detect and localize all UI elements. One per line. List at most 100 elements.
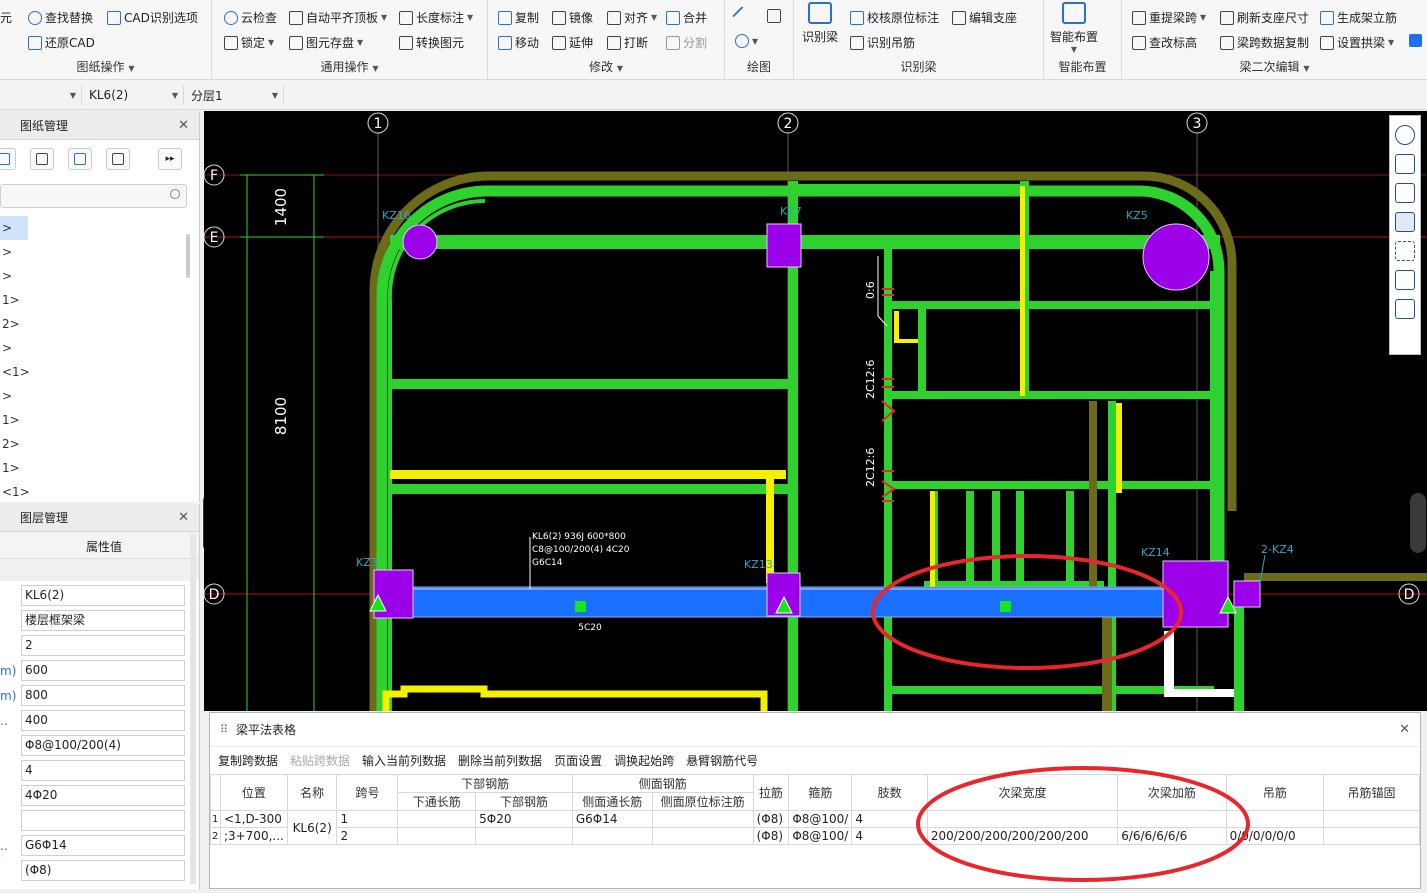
table-cell[interactable]: (Φ8) — [752, 827, 790, 845]
table-cell[interactable]: 5Φ20 — [475, 810, 573, 828]
cloud-check-button[interactable]: 云检查 — [224, 9, 277, 26]
edit-support-button[interactable]: 编辑支座 — [952, 9, 1017, 26]
close-icon[interactable]: ✕ — [1399, 722, 1410, 737]
table-cell[interactable]: Φ8@100/ — [788, 810, 853, 828]
property-value-field[interactable]: (Φ8) — [21, 860, 185, 881]
table-cell[interactable] — [1323, 827, 1420, 845]
col-stirrup[interactable]: 箍筋 — [788, 774, 853, 811]
arc-tool-button[interactable]: ▼ — [735, 34, 758, 48]
delete-drawing-button[interactable] — [30, 148, 54, 170]
tree-item[interactable]: 1> — [0, 456, 199, 480]
lock-button[interactable]: 锁定 ▼ — [224, 34, 274, 51]
col-side-inplace[interactable]: 侧面原位标注筋 — [651, 792, 754, 811]
property-value-field[interactable]: Φ8@100/200(4) — [21, 735, 185, 756]
tree-item[interactable]: 1> — [0, 408, 199, 432]
property-value-field[interactable]: 600 — [21, 660, 185, 681]
tree-item[interactable]: > — [0, 264, 199, 288]
fit-view-icon[interactable] — [1395, 241, 1415, 261]
align-button[interactable]: 对齐 ▼ — [607, 9, 657, 26]
save-element-button[interactable]: 图元存盘 ▼ — [289, 34, 363, 51]
table-cell[interactable] — [651, 827, 754, 845]
table-cell[interactable]: G6Φ14 — [571, 810, 653, 828]
copy-button[interactable]: 复制 — [498, 9, 539, 26]
settings-list-icon[interactable] — [1395, 299, 1415, 319]
property-value-field[interactable]: 400 — [21, 710, 185, 731]
identify-beam-button[interactable]: 识别梁 — [802, 2, 838, 45]
table-cell[interactable] — [1323, 810, 1420, 828]
group-label-beam-edit[interactable]: 梁二次编辑 ▼ — [1122, 58, 1427, 75]
table-cell[interactable]: (Φ8) — [752, 810, 790, 828]
col-side-continuous[interactable]: 侧面通长筋 — [571, 792, 653, 811]
orbit-view-icon[interactable] — [1395, 125, 1415, 145]
col-hanger-anchor[interactable]: 吊筋锚固 — [1323, 774, 1420, 811]
col-bottom-continuous[interactable]: 下通长筋 — [397, 792, 477, 811]
table-cell[interactable] — [651, 810, 754, 828]
table-cell[interactable] — [397, 810, 477, 828]
close-icon[interactable]: ✕ — [178, 118, 189, 133]
tree-item[interactable]: 2> — [0, 432, 199, 456]
add-drawing-button[interactable] — [0, 148, 16, 170]
auto-align-slab-button[interactable]: 自动平齐顶板 ▼ — [289, 9, 387, 26]
property-value-field[interactable]: 楼层框架梁 — [21, 610, 185, 631]
property-value-field[interactable]: 4 — [21, 760, 185, 781]
tree-scrollbar[interactable] — [186, 234, 190, 278]
gen-erection-bar-button[interactable]: 生成架立筋 — [1320, 9, 1397, 26]
property-value-field[interactable]: KL6(2) — [21, 585, 185, 606]
yuan-button[interactable]: 元 — [0, 9, 12, 26]
span-data-copy-button[interactable]: 梁跨数据复制 — [1220, 34, 1309, 51]
cad-options-button[interactable]: CAD识别选项 — [107, 9, 198, 26]
table-cell[interactable]: KL6(2) — [286, 810, 338, 845]
table-cell[interactable]: <1,D-300 — [219, 810, 288, 828]
group-label-modify[interactable]: 修改 ▼ — [488, 58, 724, 75]
convert-element-button[interactable]: 转换图元 — [399, 34, 464, 51]
solid-view-icon[interactable] — [1395, 212, 1415, 232]
table-cell[interactable] — [397, 827, 477, 845]
merge-button[interactable]: 合并 — [666, 9, 707, 26]
drag-handle-icon[interactable]: ⠿ — [220, 723, 228, 736]
restore-cad-button[interactable]: 还原CAD — [28, 34, 95, 51]
property-value-field[interactable]: 800 — [21, 685, 185, 706]
re-extract-span-button[interactable]: 重提梁跨 ▼ — [1132, 9, 1206, 26]
col-span-no[interactable]: 跨号 — [336, 774, 399, 811]
group-label-general-ops[interactable]: 通用操作 ▼ — [212, 58, 487, 75]
set-arch-beam-button[interactable]: 设置拱梁 ▼ — [1320, 34, 1394, 51]
tree-item[interactable]: <1> — [0, 360, 199, 384]
delete-column-data-button[interactable]: 删除当前列数据 — [458, 752, 542, 769]
col-bottom-rebar[interactable]: 下部钢筋 — [475, 792, 573, 811]
3d-view-icon[interactable] — [1395, 154, 1415, 174]
split-button[interactable]: 分割 — [666, 34, 707, 51]
extend-button[interactable]: 延伸 — [552, 34, 593, 51]
tree-item[interactable]: > — [0, 336, 199, 360]
line-tool-button[interactable] — [732, 6, 752, 26]
cube-view-icon[interactable] — [1395, 183, 1415, 203]
check-annotation-button[interactable]: 校核原位标注 — [850, 9, 939, 26]
smart-layout-button[interactable]: 智能布置 ▼ — [1050, 2, 1098, 54]
tree-item[interactable]: 2> — [0, 312, 199, 336]
copy-drawing-button[interactable] — [68, 148, 92, 170]
edit-elevation-button[interactable]: 查改标高 — [1132, 34, 1197, 51]
paste-span-data-button[interactable]: 粘贴跨数据 — [290, 752, 350, 769]
length-dim-button[interactable]: 长度标注 ▼ — [399, 9, 473, 26]
refresh-support-button[interactable]: 刷新支座尺寸 — [1220, 9, 1309, 26]
move-button[interactable]: 移动 — [498, 34, 539, 51]
property-value-field[interactable] — [21, 810, 185, 831]
copy-span-data-button[interactable]: 复制跨数据 — [218, 752, 278, 769]
table-cell[interactable]: 1 — [336, 810, 399, 828]
tree-item[interactable]: > — [0, 216, 28, 240]
group-label-drawing-ops[interactable]: 图纸操作 ▼ — [0, 58, 211, 75]
layer-select[interactable]: 分层1 ▼ — [186, 85, 284, 105]
property-value-field[interactable]: G6Φ14 — [21, 835, 185, 856]
category-select[interactable]: ▼ — [0, 85, 82, 105]
element-select[interactable]: KL6(2) ▼ — [84, 85, 184, 105]
more-button[interactable]: ▸▸ — [158, 148, 182, 170]
property-value-field[interactable]: 4Φ20 — [21, 785, 185, 806]
swap-start-span-button[interactable]: 调换起始跨 — [614, 752, 674, 769]
col-tie[interactable]: 拉筋 — [752, 774, 790, 811]
property-value-field[interactable]: 2 — [21, 635, 185, 656]
property-scrollbar[interactable] — [190, 534, 196, 884]
table-cell[interactable]: ;3+700,... — [219, 827, 288, 845]
mirror-button[interactable]: 镜像 — [552, 9, 593, 26]
close-icon[interactable]: ✕ — [178, 510, 189, 525]
tree-item[interactable]: > — [0, 384, 199, 408]
page-setup-button[interactable]: 页面设置 — [554, 752, 602, 769]
